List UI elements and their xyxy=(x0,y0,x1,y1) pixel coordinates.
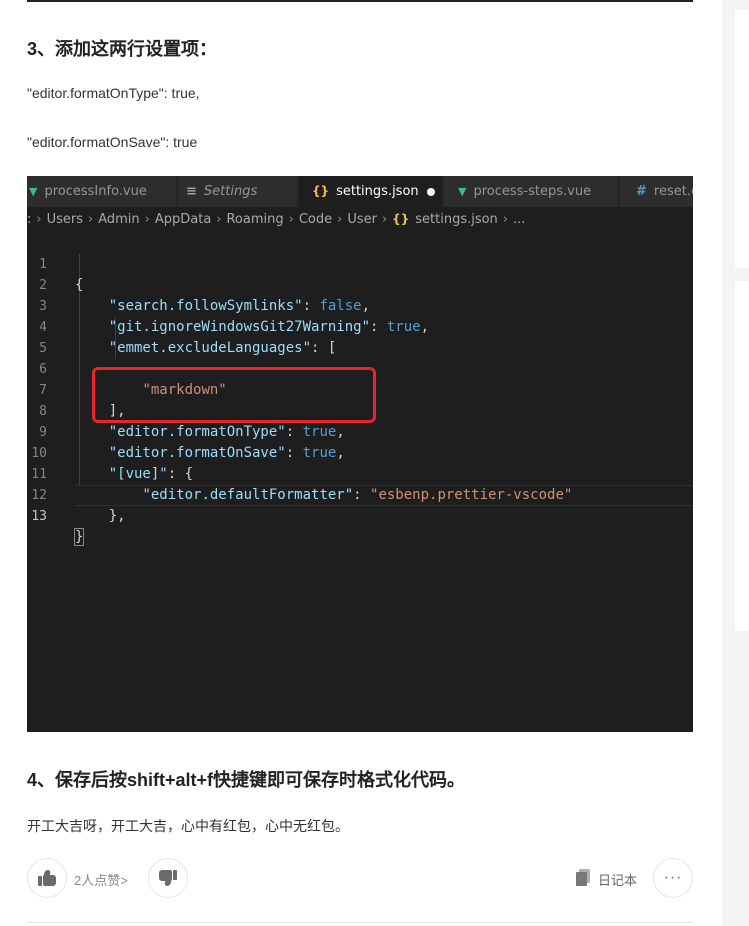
code-line: 10 "[vue]": { xyxy=(27,422,693,482)
notebook-link[interactable]: 日记本 xyxy=(598,870,637,889)
tab-settings-json: {} settings.json xyxy=(299,176,442,207)
setting-line-2: "editor.formatOnSave": true xyxy=(27,134,198,150)
more-icon: ··· xyxy=(663,869,683,886)
tab-reset-file: # reset.c xyxy=(620,176,693,207)
tab-label: process-steps.vue xyxy=(473,184,592,199)
code-line: 4 "emmet.excludeLanguages": [ xyxy=(27,296,693,356)
breadcrumb-item: AppData xyxy=(154,212,212,227)
code-line: 2 "search.followSymlinks": false, xyxy=(27,254,693,314)
likes-count: 2人点赞 xyxy=(74,873,121,888)
breadcrumb-item: Code xyxy=(298,212,333,227)
unsaved-dot-icon xyxy=(426,187,435,196)
tab-label: Settings xyxy=(203,184,258,199)
notebook-icon[interactable] xyxy=(576,869,590,886)
breadcrumb-lead: : xyxy=(27,212,32,227)
like-button[interactable] xyxy=(27,858,67,898)
code-line: 13 } xyxy=(27,485,693,546)
tab-settings: ≡ Settings xyxy=(178,176,297,207)
top-divider xyxy=(27,0,693,2)
breadcrumb-item: Roaming xyxy=(226,212,284,227)
hash-icon: # xyxy=(636,184,647,199)
breadcrumb-item: Users xyxy=(46,212,83,227)
vue-icon: ▼ xyxy=(458,185,467,198)
thumbs-down-icon xyxy=(159,870,177,886)
code-line: 5 xyxy=(27,317,693,356)
setting-line-1: "editor.formatOnType": true, xyxy=(27,85,200,101)
code-token: }, xyxy=(108,508,126,524)
step4-heading: 4、保存后按shift+alt+f快捷键即可保存时格式化代码。 xyxy=(27,770,466,790)
closing-text: 开工大吉呀，开工大吉，心中有红包，心中无红包。 xyxy=(27,818,349,834)
code-line: 1 { xyxy=(27,233,693,293)
dislike-button[interactable] xyxy=(148,858,188,898)
breadcrumb-item: Admin xyxy=(98,212,140,227)
more-button[interactable]: ··· xyxy=(653,858,693,898)
breadcrumb-file: settings.json xyxy=(415,212,498,227)
tab-process-steps-vue: ▼ process-steps.vue xyxy=(444,176,618,207)
json-braces-icon: {} xyxy=(312,184,330,198)
tab-label: processInfo.vue xyxy=(44,184,147,199)
tab-processinfo-vue: ▼ processInfo.vue xyxy=(27,176,176,207)
bottom-divider xyxy=(27,922,693,923)
likes-count-link[interactable]: 2人点赞> xyxy=(74,870,128,889)
thumbs-up-icon xyxy=(38,870,56,886)
tab-label: settings.json xyxy=(336,184,419,199)
vue-icon: ▼ xyxy=(29,185,38,198)
settings-list-icon: ≡ xyxy=(186,184,197,199)
highlight-box xyxy=(92,367,376,423)
sidebar-card xyxy=(735,10,749,268)
code-line: 11 "editor.defaultFormatter": "esbenp.pr… xyxy=(27,443,693,503)
breadcrumb-tail: ... xyxy=(513,212,526,227)
code-line: 6 "markdown" xyxy=(27,338,693,398)
chevron-right-icon: > xyxy=(120,873,128,888)
code-line: 12 }, xyxy=(27,464,693,524)
code-screenshot: ▼ processInfo.vue ≡ Settings {} settings.js… xyxy=(27,176,693,732)
step3-heading: 3、添加这两行设置项： xyxy=(27,39,218,59)
editor-tab-bar: ▼ processInfo.vue ≡ Settings {} settings.js… xyxy=(27,176,693,207)
json-braces-icon: {} xyxy=(392,212,410,226)
code-line: 3 "git.ignoreWindowsGit27Warning": true, xyxy=(27,275,693,335)
code-token: } xyxy=(73,528,85,546)
sidebar-card xyxy=(735,281,749,631)
breadcrumb-item: User xyxy=(347,212,377,227)
line-number: 13 xyxy=(31,509,47,524)
tab-label: reset.c xyxy=(653,184,693,199)
editor-breadcrumb: : › Users › Admin › AppData › Roaming › Code › User ›… xyxy=(27,212,526,227)
